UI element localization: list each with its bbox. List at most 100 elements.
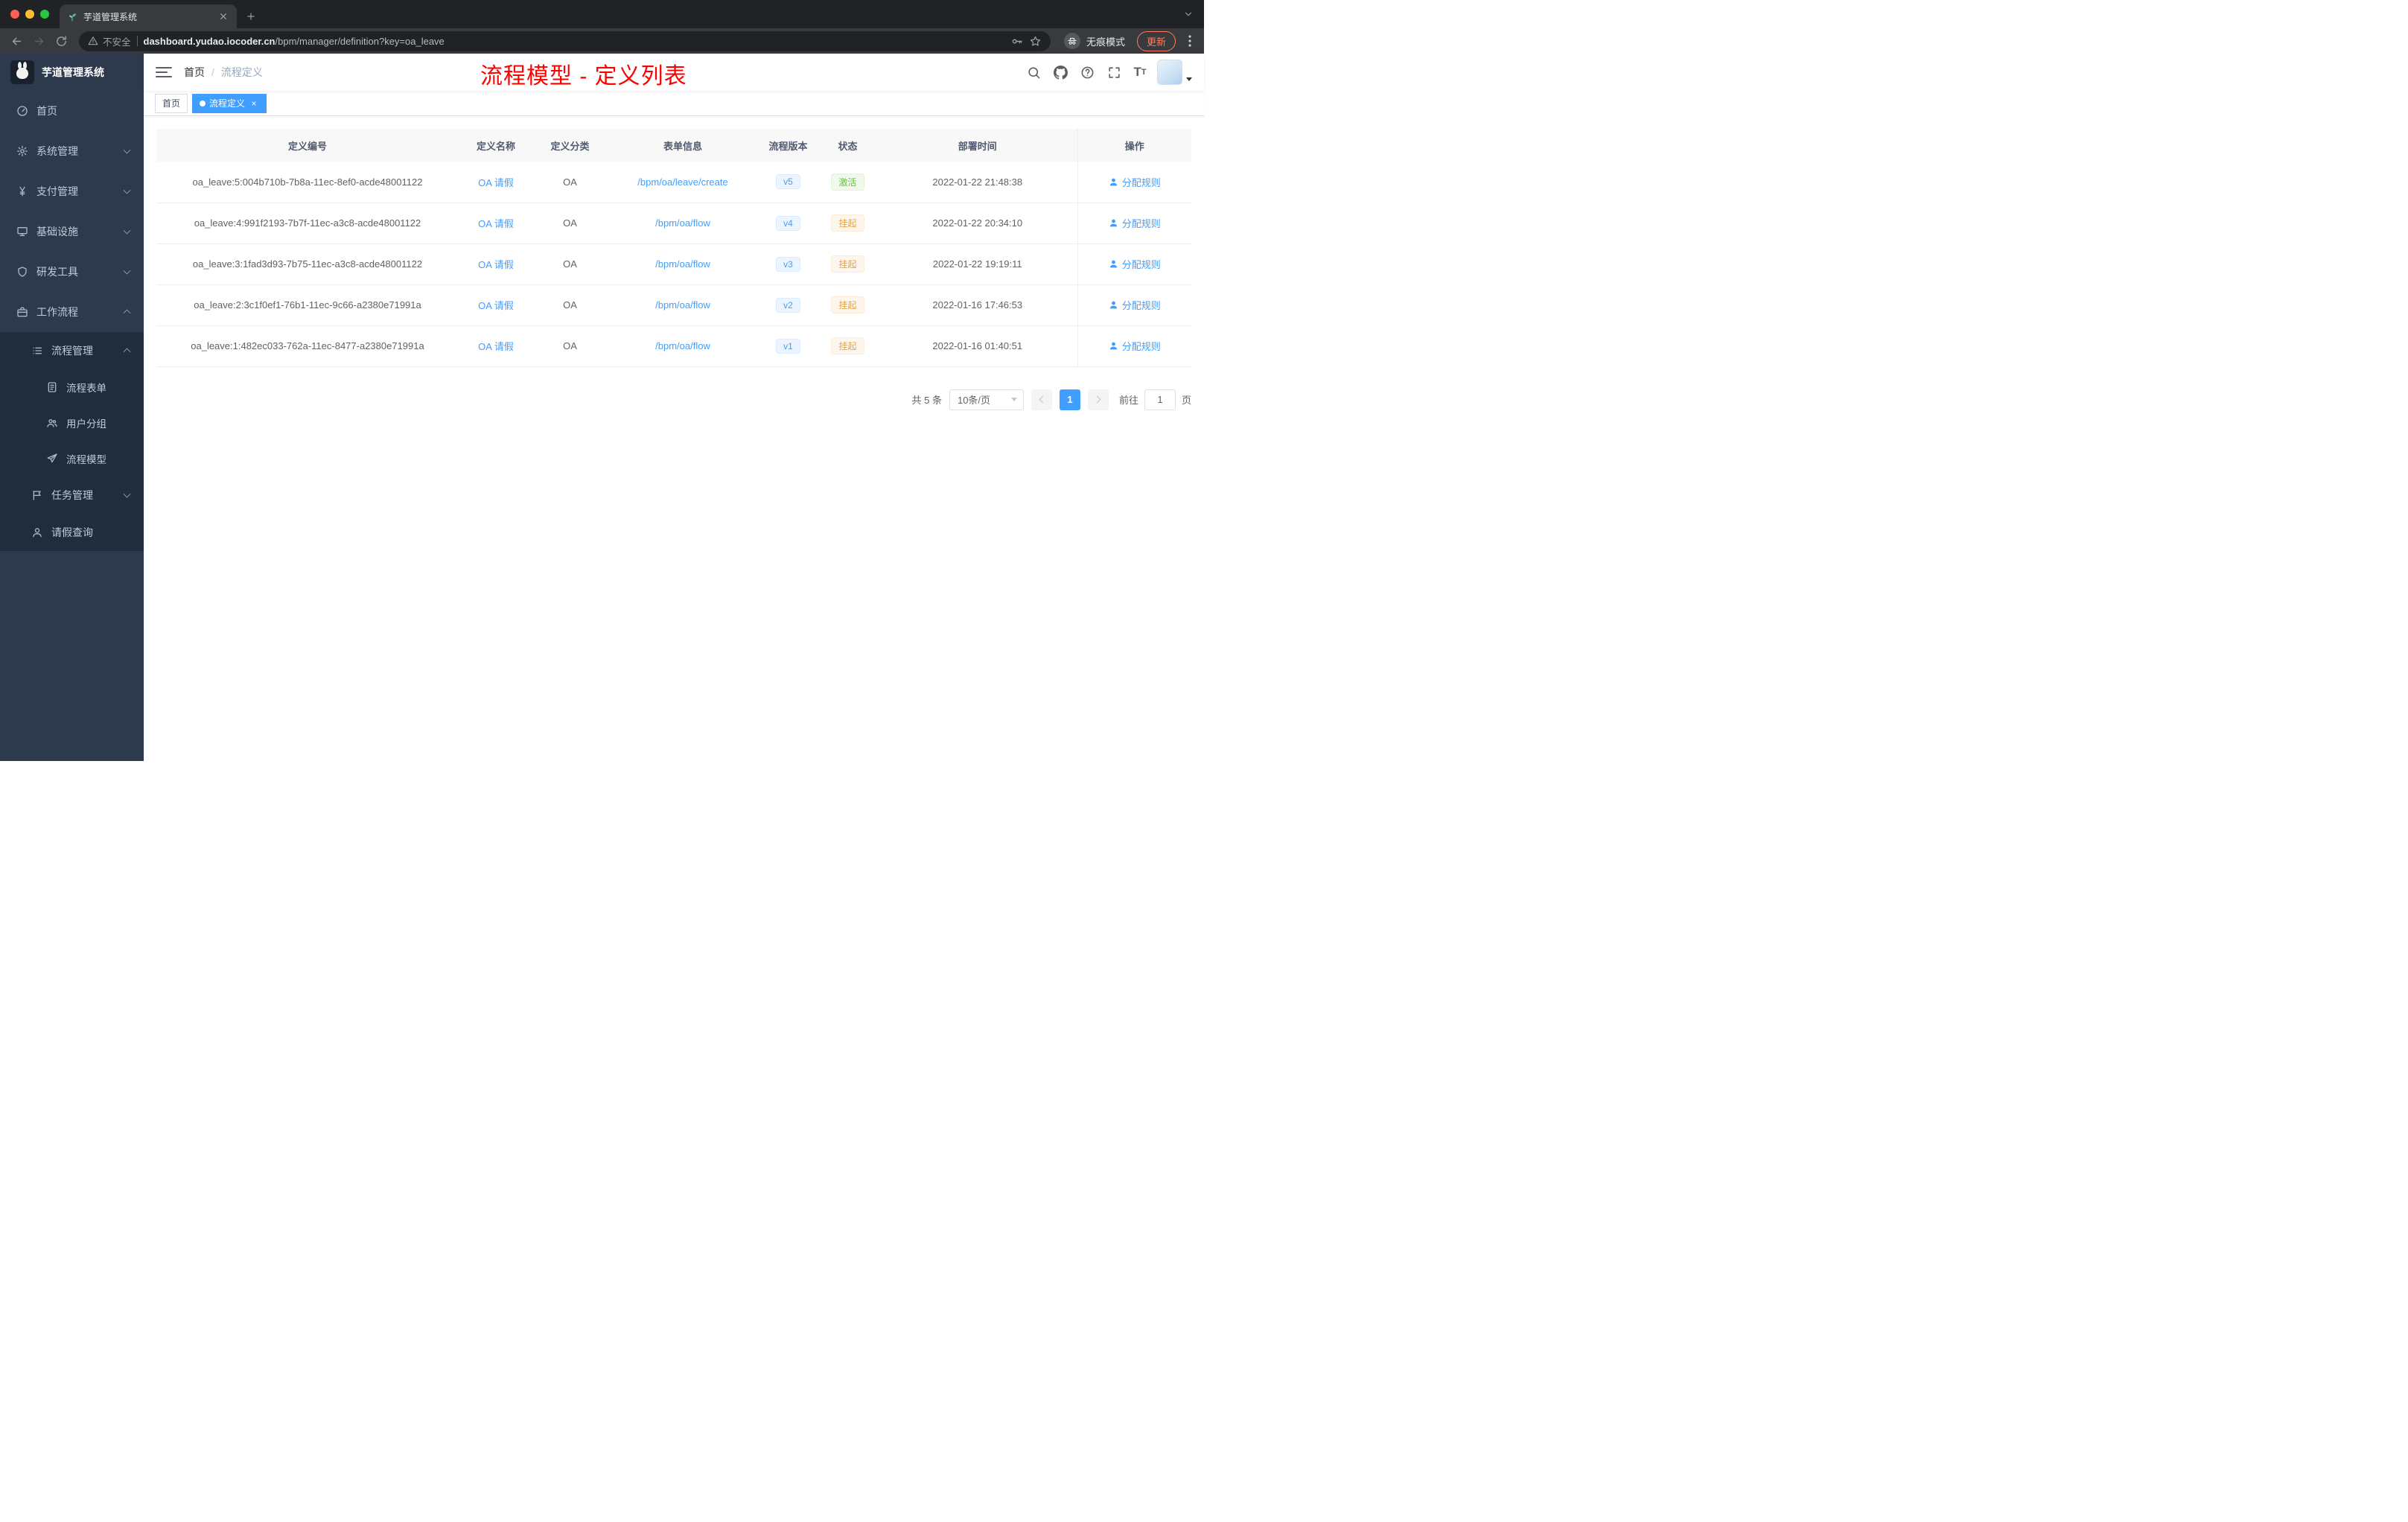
version-badge: v3 xyxy=(776,256,800,272)
sidebar-item-label: 首页 xyxy=(36,105,57,117)
fullscreen-icon xyxy=(1107,66,1121,80)
sidebar-item-infra[interactable]: 基础设施 xyxy=(0,211,144,252)
omnibox-divider xyxy=(136,36,138,46)
key-icon[interactable] xyxy=(1010,35,1023,48)
back-button[interactable] xyxy=(7,32,25,50)
version-badge: v2 xyxy=(776,297,800,313)
window-controls xyxy=(0,0,60,28)
tag-active[interactable]: 流程定义 xyxy=(192,93,267,113)
chevron-down-icon xyxy=(123,490,131,498)
table-row: oa_leave:2:3c1f0ef1-76b1-11ec-9c66-a2380… xyxy=(156,284,1191,326)
sidebar-item-process-mgmt[interactable]: 流程管理 xyxy=(0,332,144,369)
page-size-select[interactable]: 10条/页 xyxy=(949,389,1024,410)
assign-rule-link[interactable]: 分配规则 xyxy=(1109,339,1161,353)
sidebar-item-user-group[interactable]: 用户分组 xyxy=(0,405,144,441)
tag-close-icon[interactable] xyxy=(249,98,259,109)
goto-page-input[interactable] xyxy=(1144,389,1176,410)
cell-category: OA xyxy=(533,243,607,285)
tag-label: 首页 xyxy=(162,98,181,109)
tag-item[interactable]: 首页 xyxy=(155,93,188,113)
sidebar-item-workflow[interactable]: 工作流程 xyxy=(0,292,144,332)
sidebar-item-home[interactable]: 首页 xyxy=(0,91,144,131)
new-tab-button[interactable] xyxy=(241,7,261,26)
definition-name-link[interactable]: OA 请假 xyxy=(478,259,514,270)
definition-name-link[interactable]: OA 请假 xyxy=(478,300,514,311)
column-header: 流程版本 xyxy=(759,129,818,162)
assign-rule-link[interactable]: 分配规则 xyxy=(1109,257,1161,271)
cell-definition-id: oa_leave:1:482ec033-762a-11ec-8477-a2380… xyxy=(156,325,459,367)
user-menu[interactable] xyxy=(1157,60,1192,85)
user-mini-icon xyxy=(1109,177,1118,187)
column-header: 定义名称 xyxy=(459,129,533,162)
pagination-goto: 前往 页 xyxy=(1119,389,1191,410)
assign-rule-link[interactable]: 分配规则 xyxy=(1109,298,1161,312)
update-browser-button[interactable]: 更新 xyxy=(1136,31,1176,51)
sidebar-item-leave-query[interactable]: 请假查询 xyxy=(0,514,144,551)
cell-deploy-time: 2022-01-22 20:34:10 xyxy=(878,203,1077,244)
definition-name-link[interactable]: OA 请假 xyxy=(478,177,514,188)
column-header: 操作 xyxy=(1077,129,1191,162)
definition-name-link[interactable]: OA 请假 xyxy=(478,218,514,229)
app-title: 芋道管理系统 xyxy=(42,66,104,78)
sidebar-item-payment[interactable]: 支付管理 xyxy=(0,171,144,211)
github-icon xyxy=(1053,65,1068,80)
browser-tab[interactable]: 芋道管理系统 xyxy=(60,4,237,28)
form-info-link[interactable]: /bpm/oa/leave/create xyxy=(637,176,727,188)
sidebar-item-label: 系统管理 xyxy=(36,145,78,157)
form-info-link[interactable]: /bpm/oa/flow xyxy=(655,217,710,229)
task-icon xyxy=(31,489,43,501)
sidebar-item-task-mgmt[interactable]: 任务管理 xyxy=(0,477,144,514)
forward-button[interactable] xyxy=(30,32,48,50)
cell-definition-id: oa_leave:2:3c1f0ef1-76b1-11ec-9c66-a2380… xyxy=(156,284,459,326)
sidebar-item-devtools[interactable]: 研发工具 xyxy=(0,252,144,292)
page-unit-label: 页 xyxy=(1181,395,1191,406)
definition-name-link[interactable]: OA 请假 xyxy=(478,341,514,352)
bookmark-star-icon[interactable] xyxy=(1029,35,1042,48)
search-button[interactable] xyxy=(1023,62,1044,83)
app-logo-row[interactable]: 芋道管理系统 xyxy=(0,54,144,91)
form-info-link[interactable]: /bpm/oa/flow xyxy=(655,258,710,270)
sidebar-item-system[interactable]: 系统管理 xyxy=(0,131,144,171)
sidebar-item-process-form[interactable]: 流程表单 xyxy=(0,369,144,405)
sidebar-item-process-model[interactable]: 流程模型 xyxy=(0,441,144,477)
column-header: 表单信息 xyxy=(607,129,759,162)
prev-page-button[interactable] xyxy=(1031,389,1052,410)
main-area: 首页 流程定义 流程模型 - 定义列表 TT 首页流程定义 定义编号定义名称定义… xyxy=(144,54,1204,761)
chevron-down-icon xyxy=(123,146,131,154)
tab-search-chevron-icon[interactable] xyxy=(1183,9,1194,19)
page-annotation: 流程模型 - 定义列表 xyxy=(480,64,687,89)
question-button[interactable] xyxy=(1077,62,1098,83)
goto-label: 前往 xyxy=(1118,395,1138,406)
home-icon xyxy=(16,105,28,117)
sidebar-item-label: 用户分组 xyxy=(66,418,106,430)
tab-close-icon[interactable] xyxy=(217,10,229,22)
assign-rule-link[interactable]: 分配规则 xyxy=(1109,175,1161,189)
cell-category: OA xyxy=(533,162,607,203)
breadcrumb-home[interactable]: 首页 xyxy=(184,65,205,80)
insecure-label: 不安全 xyxy=(103,36,131,48)
refresh-button[interactable] xyxy=(52,32,70,50)
form-info-link[interactable]: /bpm/oa/flow xyxy=(655,340,710,351)
browser-menu-icon[interactable] xyxy=(1183,33,1197,49)
next-page-button[interactable] xyxy=(1087,389,1109,410)
fullscreen-button[interactable] xyxy=(1103,62,1124,83)
chevron-down-icon xyxy=(123,186,131,194)
assign-rule-link[interactable]: 分配规则 xyxy=(1109,216,1161,230)
zoom-window-button[interactable] xyxy=(40,10,49,19)
incognito-indicator: 无痕模式 xyxy=(1063,33,1125,49)
fontsize-button[interactable]: TT xyxy=(1130,62,1151,83)
address-bar[interactable]: 不安全 dashboard.yudao.iocoder.cn/bpm/manag… xyxy=(79,31,1051,51)
close-window-button[interactable] xyxy=(10,10,19,19)
security-chip[interactable]: 不安全 xyxy=(88,34,131,48)
breadcrumb: 首页 流程定义 xyxy=(184,65,263,80)
incognito-icon xyxy=(1063,33,1080,49)
infra-icon xyxy=(16,226,28,238)
page-number-button[interactable]: 1 xyxy=(1059,389,1080,410)
form-info-link[interactable]: /bpm/oa/flow xyxy=(655,299,710,311)
version-badge: v5 xyxy=(776,174,800,190)
process-icon xyxy=(31,345,43,357)
minimize-window-button[interactable] xyxy=(25,10,34,19)
sidebar-item-label: 研发工具 xyxy=(36,266,78,278)
hamburger-icon[interactable] xyxy=(156,66,172,79)
github-button[interactable] xyxy=(1050,62,1071,83)
